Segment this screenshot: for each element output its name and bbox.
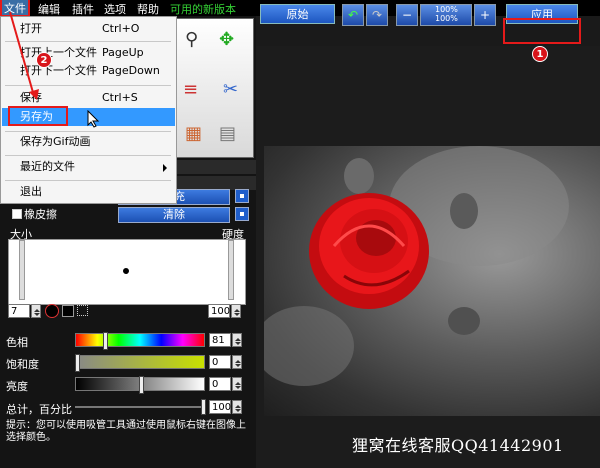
saturation-slider[interactable] [75, 355, 205, 369]
total-percent-label: 总计，百分比 [6, 403, 72, 416]
original-button[interactable]: 原始 [260, 4, 335, 24]
step-badge-one: 1 [532, 46, 548, 62]
hardness-value-field[interactable]: 100 [208, 304, 230, 318]
callout-arrow-icon [9, 11, 39, 100]
hue-stepper[interactable] [232, 333, 242, 347]
image-canvas[interactable] [254, 146, 600, 416]
total-value-field[interactable]: 100 [209, 400, 231, 414]
total-thumb[interactable] [201, 399, 206, 415]
round-brush-icon[interactable] [45, 304, 59, 318]
hardness-stepper[interactable] [231, 304, 241, 318]
mouse-cursor-icon [87, 110, 100, 128]
menu-separator [5, 155, 171, 156]
size-value-field[interactable]: 7 [8, 304, 30, 318]
menu-item-label: 退出 [20, 185, 42, 198]
menu-item-label: 保存为Gif动画 [20, 135, 91, 148]
hue-value-field[interactable]: 81 [209, 333, 231, 347]
scissors-icon[interactable]: ✂ [223, 79, 238, 100]
watermark-text: 狸窝在线客服QQ41442901 [352, 436, 564, 455]
brightness-value-field[interactable]: 0 [209, 377, 231, 391]
clear-button[interactable]: 清除 [118, 207, 230, 223]
menu-separator [5, 131, 171, 132]
pin-tool-icon[interactable]: ⚲ [185, 29, 198, 50]
apply-callout-box [503, 18, 581, 44]
zoom-bottom-value: 100% [435, 14, 458, 23]
zoom-ratio-button[interactable]: 100% 100% [420, 4, 472, 26]
zoom-out-icon[interactable]: − [396, 4, 418, 26]
hue-label: 色相 [6, 336, 28, 349]
menu-item-recent-files[interactable]: 最近的文件 [2, 158, 175, 176]
eraser-label: 橡皮擦 [24, 208, 57, 221]
fill-option-icon[interactable] [235, 189, 249, 203]
tool-palette: ⚲ ✥ ≡ ✂ ▦ ▤ [176, 18, 254, 158]
saturation-label: 饱和度 [6, 358, 39, 371]
clear-option-icon[interactable] [235, 207, 249, 221]
saturation-thumb[interactable] [75, 354, 80, 372]
hue-slider[interactable] [75, 333, 205, 347]
zoom-in-icon[interactable]: + [474, 4, 496, 26]
hardness-slider[interactable] [228, 240, 234, 300]
submenu-arrow-icon [163, 164, 171, 172]
size-slider[interactable] [19, 240, 25, 300]
color-lines-icon[interactable]: ≡ [183, 79, 198, 100]
new-version-link[interactable]: 可用的新版本 [170, 1, 236, 17]
texture-tool-icon[interactable]: ▦ [185, 123, 202, 144]
total-stepper[interactable] [232, 400, 242, 414]
transform-tool-icon[interactable]: ✥ [219, 29, 234, 50]
brush-dot-icon [123, 268, 129, 274]
redo-icon[interactable]: ↷ [366, 4, 388, 26]
brightness-thumb[interactable] [139, 376, 144, 394]
menu-item-exit[interactable]: 退出 [2, 183, 175, 201]
square-brush-icon[interactable] [62, 305, 74, 317]
menu-item-save-gif[interactable]: 保存为Gif动画 [2, 133, 175, 151]
text-layer-icon[interactable]: ▤ [219, 123, 236, 144]
size-stepper[interactable] [31, 304, 41, 318]
saturation-value-field[interactable]: 0 [209, 355, 231, 369]
zoom-top-value: 100% [435, 5, 458, 14]
hint-text: 提示：您可以使用吸管工具通过使用鼠标右键在图像上选择颜色。 [6, 420, 246, 443]
brightness-label: 亮度 [6, 380, 28, 393]
step-badge-two: 2 [36, 52, 52, 68]
selection-brush-icon[interactable] [77, 305, 88, 316]
hue-thumb[interactable] [103, 332, 108, 350]
brightness-stepper[interactable] [232, 377, 242, 391]
menu-separator [5, 180, 171, 181]
saturation-stepper[interactable] [232, 355, 242, 369]
menu-item-label: 最近的文件 [20, 160, 75, 173]
eraser-checkbox[interactable] [12, 209, 22, 219]
menu-help[interactable]: 帮助 [137, 1, 159, 17]
undo-icon[interactable]: ↶ [342, 4, 364, 26]
total-slider[interactable] [75, 406, 205, 408]
rose-image [254, 146, 569, 386]
